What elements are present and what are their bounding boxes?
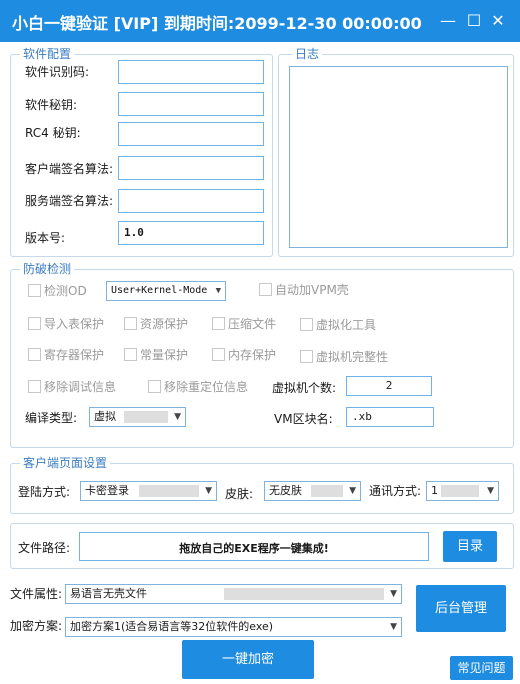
window-title: 小白一键验证 [VIP] 到期时间:2099-12-30 00:00:00 [12,14,422,33]
login-method-select[interactable]: 卡密登录 ▼ [80,481,217,501]
mode-select-value: User+Kernel-Mode [111,285,208,296]
software-key-input[interactable] [118,92,264,116]
compile-type-select[interactable]: 虚拟 ▼ [89,407,186,427]
vm-count-label: 虚拟机个数: [272,381,337,395]
compile-type-value: 虚拟 [94,410,116,423]
close-icon[interactable]: ✕ [488,12,508,30]
chevron-down-icon: ▼ [487,486,494,496]
minimize-icon[interactable]: — [438,12,458,30]
rc4-key-input[interactable] [118,122,264,146]
detect-od-checkbox[interactable] [28,284,41,297]
client-sign-input[interactable] [118,156,264,180]
vm-section-input[interactable]: .xb [346,407,434,427]
chevron-down-icon: ▼ [390,622,397,632]
resource-protect-label: 资源保护 [140,317,189,331]
detect-od-label: 检测OD [44,284,87,298]
vm-count-input[interactable]: 2 [346,376,432,396]
backend-management-button[interactable]: 后台管理 [416,585,506,632]
skin-value: 无皮肤 [269,484,302,497]
log-textarea[interactable] [289,66,508,248]
version-label: 版本号: [25,231,66,245]
mode-select[interactable]: User+Kernel-Mode ▼ [106,281,226,301]
remove-debug-label: 移除调试信息 [44,380,117,394]
virtual-tool-label: 虚拟化工具 [316,318,377,332]
register-protect-label: 寄存器保护 [44,348,105,362]
compress-file-checkbox[interactable] [212,317,225,330]
comm-method-label: 通讯方式: [369,484,422,498]
register-protect-checkbox[interactable] [28,348,41,361]
software-config-legend: 软件配置 [20,47,75,61]
remove-reloc-checkbox[interactable] [148,380,161,393]
remove-reloc-label: 移除重定位信息 [164,380,249,394]
compile-type-label: 编译类型: [25,411,78,425]
directory-button[interactable]: 目录 [443,531,497,562]
login-method-value: 卡密登录 [85,484,129,497]
file-attr-value: 易语言无壳文件 [70,587,147,600]
import-protect-label: 导入表保护 [44,317,105,331]
memory-protect-label: 内存保护 [228,348,277,362]
file-attr-select[interactable]: 易语言无壳文件 ▼ [65,584,402,604]
chevron-down-icon: ▼ [205,486,212,496]
remove-debug-checkbox[interactable] [28,380,41,393]
encrypt-scheme-label: 加密方案: [10,619,63,633]
file-path-label: 文件路径: [18,541,71,555]
comm-method-value: 1 [431,484,438,497]
chevron-down-icon: ▼ [349,486,356,496]
encrypt-scheme-value: 加密方案1(适合易语言等32位软件的exe) [70,620,274,633]
client-page-legend: 客户端页面设置 [20,456,111,470]
server-sign-input[interactable] [118,189,264,213]
vm-section-label: VM区块名: [274,412,333,426]
log-legend: 日志 [292,47,323,61]
encrypt-scheme-select[interactable]: 加密方案1(适合易语言等32位软件的exe) ▼ [65,617,402,637]
skin-select[interactable]: 无皮肤 ▼ [264,481,361,501]
auto-vmp-checkbox[interactable] [259,283,272,296]
memory-protect-checkbox[interactable] [212,348,225,361]
import-protect-checkbox[interactable] [28,317,41,330]
software-key-label: 软件秘钥: [25,98,78,112]
compress-file-label: 压缩文件 [228,317,277,331]
constant-protect-label: 常量保护 [140,348,189,362]
protection-legend: 防破检测 [20,262,75,276]
chevron-down-icon: ▼ [390,589,397,599]
skin-label: 皮肤: [225,487,254,501]
virtual-tool-checkbox[interactable] [300,318,313,331]
faq-button[interactable]: 常见问题 [450,656,513,680]
title-bar: 小白一键验证 [VIP] 到期时间:2099-12-30 00:00:00 — … [0,0,520,42]
one-click-encrypt-button[interactable]: 一键加密 [182,640,314,679]
server-sign-label: 服务端签名算法: [25,194,114,208]
constant-protect-checkbox[interactable] [124,348,137,361]
client-sign-label: 客户端签名算法: [25,162,114,176]
maximize-icon[interactable]: ☐ [464,12,484,30]
login-method-label: 登陆方式: [18,485,71,499]
rc4-key-label: RC4 秘钥: [25,126,81,140]
software-id-input[interactable] [118,60,264,84]
vm-integrity-label: 虚拟机完整性 [316,350,389,364]
resource-protect-checkbox[interactable] [124,317,137,330]
file-path-input[interactable]: 拖放自己的EXE程序一键集成! [79,532,429,561]
auto-vmp-label: 自动加VPM壳 [275,283,349,297]
file-attr-label: 文件属性: [10,587,63,601]
chevron-down-icon: ▼ [215,286,221,296]
vm-integrity-checkbox[interactable] [300,350,313,363]
chevron-down-icon: ▼ [174,412,181,422]
comm-method-select[interactable]: 1 ▼ [426,481,499,501]
software-id-label: 软件识别码: [25,65,90,79]
version-input[interactable]: 1.0 [118,221,264,245]
